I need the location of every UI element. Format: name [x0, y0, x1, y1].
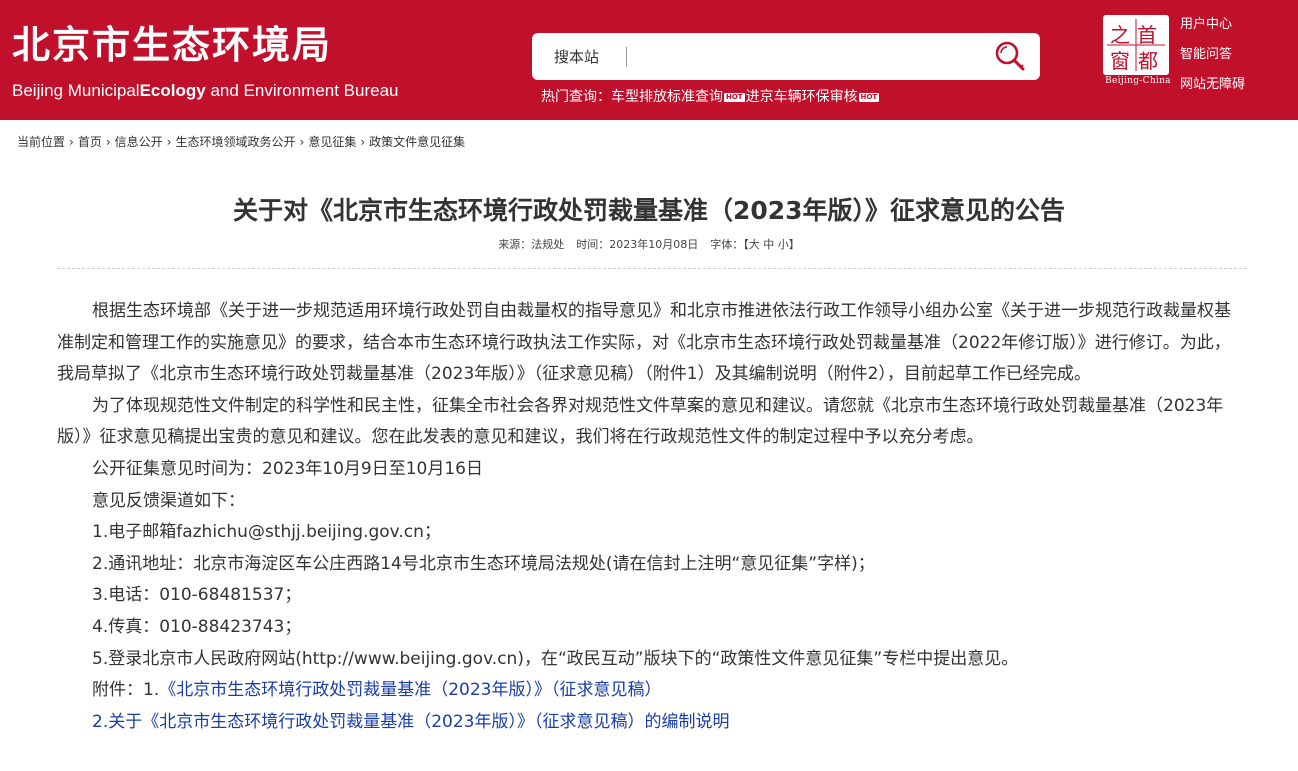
attachment-1-link[interactable]: 《北京市生态环境行政处罚裁量基准（2023年版）》（征求意见稿） [159, 680, 661, 700]
breadcrumb-policy-opinions[interactable]: 政策文件意见征集 [369, 135, 465, 149]
article-meta: 来源：法规处 时间：2023年10月08日 字体：【大 中 小】 [0, 237, 1298, 253]
breadcrumb-separator: › [166, 135, 172, 149]
attachment-line-2: 2.关于《北京市生态环境行政处罚裁量基准（2023年版）》（征求意见稿）的编制说… [57, 707, 1243, 739]
font-size-selector[interactable]: 【大 中 小】 [743, 238, 800, 251]
hot-search-label: 热门查询： [541, 89, 611, 105]
accessibility-link[interactable]: 网站无障碍 [1180, 70, 1245, 100]
breadcrumb-label: 当前位置 [17, 135, 66, 149]
logo-seal-icon: 首 都 之 窗 [1103, 15, 1169, 75]
search-divider [626, 47, 627, 67]
channel-website: 5.登录北京市人民政府网站(http://www.beijing.gov.cn)… [92, 648, 1019, 669]
subtitle-part-1: Beijing Municipal [12, 81, 140, 100]
logo-char-3: 之 [1110, 23, 1130, 47]
hot-link-vehicle-review[interactable]: 进京车辆环保审核 [746, 89, 858, 105]
logo-char-1: 首 [1137, 23, 1157, 47]
attachment-line-1: 附件：1.《北京市生态环境行政处罚裁量基准（2023年版）》（征求意见稿） [57, 675, 1243, 707]
channel-mail-address: 2.通讯地址：北京市海淀区车公庄西路14号北京市生态环境局法规处(请在信封上注明… [92, 553, 875, 574]
logo-char-2: 都 [1138, 49, 1158, 73]
attachment-prefix: 附件：1. [92, 680, 160, 701]
article-title: 关于对《北京市生态环境行政处罚裁量基准（2023年版）》征求意见的公告 [232, 196, 1066, 225]
title-divider [57, 268, 1247, 269]
site-header: 北京市生态环境局 Beijing MunicipalEcology and En… [0, 0, 1298, 120]
search-input[interactable] [636, 41, 970, 74]
hot-badge: HOT [858, 92, 880, 102]
search-box: 搜本站 [532, 33, 1040, 80]
site-subtitle: Beijing MunicipalEcology and Environment… [12, 80, 399, 102]
logo-char-4: 窗 [1110, 49, 1130, 73]
capital-window-logo[interactable]: 首 都 之 窗 [1101, 13, 1171, 85]
breadcrumb-separator: › [69, 135, 74, 149]
channel-email: 1.电子邮箱fazhichu@sthjj.beijing.gov.cn； [92, 522, 441, 543]
collection-period: 公开征集意见时间为：2023年10月9日至10月16日 [92, 458, 483, 479]
subtitle-part-2: Ecology [139, 81, 206, 100]
paragraph-background: 根据生态环境部《关于进一步规范适用环境行政处罚自由裁量权的指导意见》和北京市推进… [57, 301, 1231, 385]
user-center-link[interactable]: 用户中心 [1180, 10, 1245, 40]
search-scope-label[interactable]: 搜本站 [554, 47, 599, 67]
breadcrumb-home[interactable]: 首页 [78, 135, 102, 149]
channel-fax: 4.传真：010-88423743； [92, 616, 302, 637]
meta-time: 时间：2023年10月08日 [576, 238, 699, 251]
breadcrumb-separator: › [105, 135, 111, 149]
logo-caption: Beijing-China [1105, 76, 1171, 86]
smart-qa-link[interactable]: 智能问答 [1180, 40, 1245, 70]
hot-link-emission-standard[interactable]: 车型排放标准查询 [611, 89, 723, 105]
breadcrumb-eco-affairs[interactable]: 生态环境领域政务公开 [175, 135, 295, 149]
breadcrumb-separator: › [299, 135, 305, 149]
breadcrumb-opinion-collection[interactable]: 意见征集 [308, 135, 356, 149]
breadcrumb-separator: › [360, 135, 366, 149]
search-icon [995, 41, 1025, 71]
search-button[interactable] [990, 37, 1030, 77]
site-title[interactable]: 北京市生态环境局 [12, 22, 332, 68]
breadcrumb-info-disclosure[interactable]: 信息公开 [115, 135, 163, 149]
hot-search-bar: 热门查询：车型排放标准查询 HOT 进京车辆环保审核 HOT [541, 87, 880, 107]
breadcrumb: 当前位置 › 首页 › 信息公开 › 生态环境领域政务公开 › 意见征集 › 政策文件意见征集 [17, 133, 465, 151]
top-links: 用户中心 智能问答 网站无障碍 [1180, 10, 1245, 100]
meta-source: 来源：法规处 [498, 238, 565, 251]
article-body: 根据生态环境部《关于进一步规范适用环境行政处罚自由裁量权的指导意见》和北京市推进… [57, 296, 1243, 738]
subtitle-part-3: and Environment Bureau [210, 81, 399, 100]
meta-fontsize-label: 字体： [710, 238, 744, 251]
channel-phone: 3.电话：010-68481537； [92, 585, 302, 606]
hot-badge: HOT [724, 92, 745, 102]
channels-intro: 意见反馈渠道如下： [92, 490, 245, 511]
paragraph-purpose: 为了体现规范性文件制定的科学性和民主性，征集全市社会各界对规范性文件草案的意见和… [57, 395, 1224, 448]
attachment-2-link[interactable]: 2.关于《北京市生态环境行政处罚裁量基准（2023年版）》（征求意见稿）的编制说… [92, 712, 729, 732]
